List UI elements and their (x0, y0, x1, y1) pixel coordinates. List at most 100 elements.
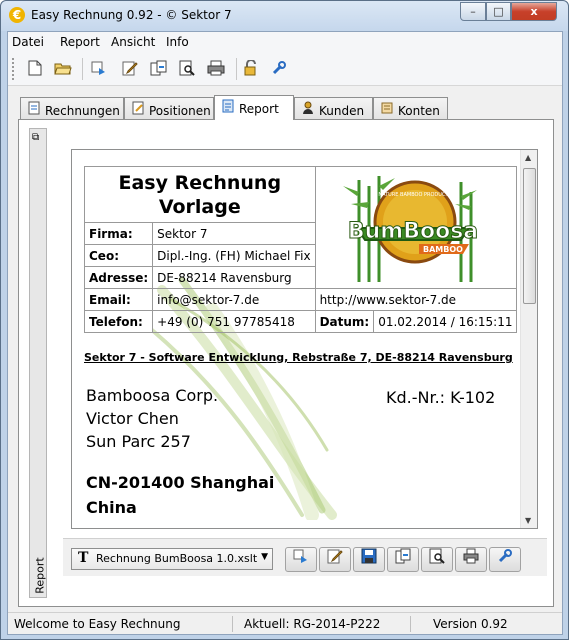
toolbar-separator (236, 58, 237, 80)
menu-report[interactable]: Report (60, 35, 100, 49)
email-label: Email: (83, 288, 154, 311)
chevron-down-icon[interactable]: ▼ (261, 552, 268, 562)
tab-label: Report (239, 102, 279, 116)
report-title-line1: Easy Rechnung (118, 171, 282, 194)
invoice-icon (27, 101, 41, 118)
template-select-value: Rechnung BumBoosa 1.0.xslt (96, 552, 258, 565)
recipient-country: China (86, 498, 137, 517)
export-icon (395, 548, 411, 568)
preview-icon (429, 548, 445, 568)
tab-label: Kunden (319, 104, 365, 118)
telefon-value: +49 (0) 751 97785418 (152, 310, 316, 333)
toolbar-grip[interactable] (12, 58, 15, 80)
minimize-button[interactable]: – (460, 2, 486, 21)
lock-icon[interactable] (242, 59, 260, 78)
recipient-person: Victor Chen (86, 409, 179, 428)
open-folder-icon[interactable] (54, 60, 72, 78)
tab-report[interactable]: Report (214, 95, 294, 120)
preview-button[interactable] (421, 547, 453, 572)
settings-icon[interactable] (270, 60, 288, 78)
pin-icon[interactable]: ⧉ (32, 132, 39, 143)
menu-ansicht[interactable]: Ansicht (111, 35, 155, 49)
print-icon[interactable] (207, 60, 225, 78)
scroll-up-icon[interactable]: ▲ (525, 153, 531, 162)
template-select[interactable]: T Rechnung BumBoosa 1.0.xslt ▼ (71, 548, 273, 570)
invoice-header-table: Easy Rechnung Vorlage BumBoosa BAMBOO NA… (83, 166, 518, 333)
tab-konten[interactable]: Konten (373, 97, 448, 119)
menu-datei[interactable]: Datei (12, 35, 44, 49)
firma-value: Sektor 7 (152, 222, 316, 245)
toolbar-separator (82, 58, 83, 80)
euro-icon: € (9, 7, 25, 23)
new-file-icon[interactable] (26, 60, 44, 78)
vertical-scrollbar[interactable]: ▲ ▼ (520, 150, 537, 528)
export-icon[interactable] (150, 60, 168, 78)
website-value: http://www.sektor-7.de (314, 288, 518, 311)
tab-rechnungen[interactable]: Rechnungen (20, 97, 124, 119)
menu-bar: Datei Report Ansicht Info (8, 32, 562, 52)
refresh-icon[interactable] (90, 60, 108, 78)
maximize-button[interactable]: □ (486, 2, 511, 21)
status-current-invoice: Aktuell: RG-2014-P222 (244, 617, 381, 631)
edit-icon[interactable] (121, 60, 139, 78)
ceo-value: Dipl.-Ing. (FH) Michael Fix (152, 244, 316, 267)
logo-cell: BumBoosa BAMBOO NATURE BAMBOO PRODUCTS (314, 166, 518, 289)
svg-text:BumBoosa: BumBoosa (348, 219, 478, 244)
report-toolbar: T Rechnung BumBoosa 1.0.xslt ▼ (63, 538, 547, 576)
window-title: Easy Rechnung 0.92 - © Sektor 7 (31, 8, 232, 22)
report-title-line2: Vorlage (158, 195, 241, 218)
edit-icon (327, 549, 343, 568)
accounts-icon (380, 101, 394, 118)
tab-kunden[interactable]: Kunden (294, 97, 373, 119)
tab-label: Positionen (149, 104, 211, 118)
settings-button[interactable] (489, 547, 521, 572)
preview-icon[interactable] (178, 60, 196, 78)
scroll-thumb[interactable] (523, 168, 536, 304)
status-version: Version 0.92 (433, 617, 508, 631)
report-icon (221, 99, 235, 116)
menu-info[interactable]: Info (166, 35, 189, 49)
client-area: Datei Report Ansicht Info Rechnungen Pos… (7, 31, 563, 635)
positions-icon (131, 101, 145, 118)
print-button[interactable] (455, 547, 487, 572)
svg-text:NATURE BAMBOO PRODUCTS: NATURE BAMBOO PRODUCTS (378, 192, 451, 198)
edit-button[interactable] (319, 547, 351, 572)
ceo-label: Ceo: (83, 244, 154, 267)
report-tab-panel: ⧉ Report Easy Rechnung Vorlage BumBoosa … (18, 119, 554, 607)
customer-number: Kd.-Nr.: K-102 (386, 388, 496, 407)
recipient-street: Sun Parc 257 (86, 432, 191, 451)
template-type-icon: T (78, 550, 89, 566)
tab-label: Konten (398, 104, 440, 118)
main-toolbar (8, 52, 562, 86)
save-button[interactable] (353, 547, 385, 572)
telefon-label: Telefon: (83, 310, 154, 333)
report-viewer[interactable]: Easy Rechnung Vorlage BumBoosa BAMBOO NA… (71, 149, 538, 529)
status-divider (410, 616, 411, 632)
close-button[interactable]: x (511, 2, 557, 21)
email-value: info@sektor-7.de (152, 288, 316, 311)
status-divider (232, 616, 233, 632)
refresh-button[interactable] (285, 547, 317, 572)
tab-label: Rechnungen (45, 104, 120, 118)
customers-icon (301, 101, 315, 118)
svg-text:BAMBOO: BAMBOO (423, 245, 463, 254)
app-window: € Easy Rechnung 0.92 - © Sektor 7 – □ x … (0, 0, 569, 640)
sender-line: Sektor 7 - Software Entwicklung, Rebstra… (84, 351, 513, 364)
datum-value: 01.02.2014 / 16:15:11 (373, 310, 518, 333)
refresh-icon (293, 549, 309, 568)
side-panel-label: Report (33, 557, 47, 594)
export-button[interactable] (387, 547, 419, 572)
save-icon (361, 548, 377, 568)
scroll-down-icon[interactable]: ▼ (525, 516, 531, 525)
title-bar[interactable]: € Easy Rechnung 0.92 - © Sektor 7 – □ x (1, 1, 568, 31)
status-bar: Welcome to Easy Rechnung Aktuell: RG-201… (8, 612, 562, 634)
recipient-city: CN-201400 Shanghai (86, 473, 275, 492)
report-side-panel[interactable]: ⧉ Report (29, 128, 47, 598)
print-icon (463, 548, 479, 568)
recipient-company: Bamboosa Corp. (86, 386, 219, 405)
datum-label: Datum: (314, 310, 375, 333)
adresse-value: DE-88214 Ravensburg (152, 266, 316, 289)
bumboosa-logo: BumBoosa BAMBOO NATURE BAMBOO PRODUCTS (343, 175, 479, 282)
status-message: Welcome to Easy Rechnung (14, 617, 181, 631)
tab-positionen[interactable]: Positionen (124, 97, 214, 119)
